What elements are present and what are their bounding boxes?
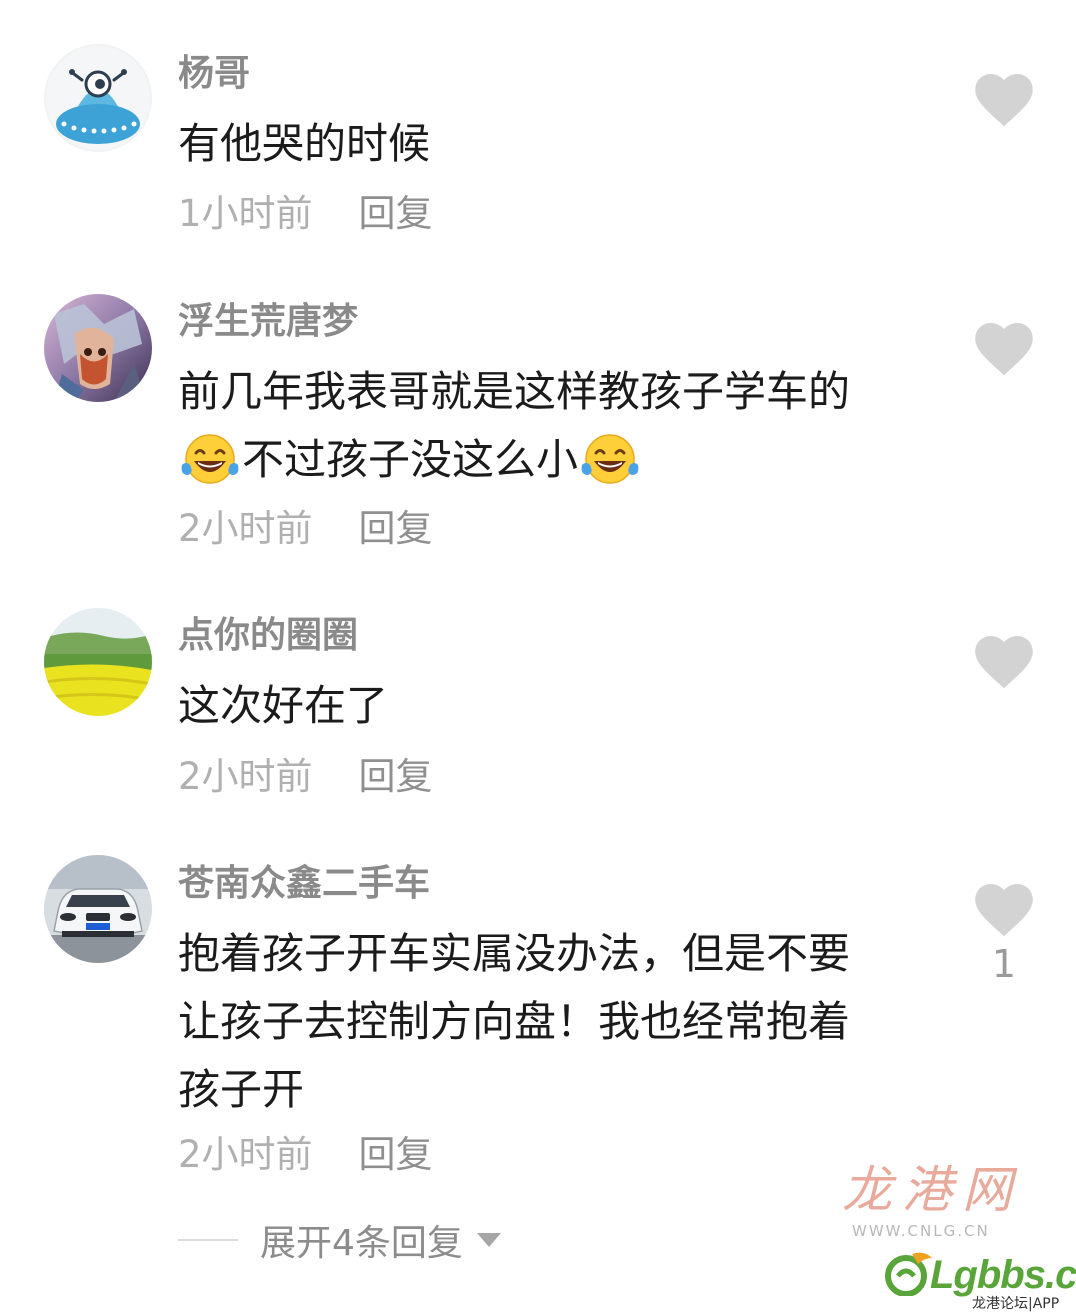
lgbbs-watermark-text: Lgbbs.cn [930,1253,1076,1297]
reply-button[interactable]: 回复 [359,755,433,798]
tears-of-joy-emoji-icon [181,433,239,484]
expand-replies-button[interactable]: 展开4条回复 [178,1218,501,1264]
comment-text: 这次好在了 [178,672,938,740]
comment-time: 2小时前 [178,1133,313,1176]
reply-button[interactable]: 回复 [359,507,433,550]
comment-line: 前几年我表哥就是这样教孩子学车的 [178,367,851,416]
username[interactable]: 浮生荒唐梦 [178,302,358,342]
divider [178,1239,238,1241]
comment-text: 抱着孩子开车实属没办法，但是不要 让孩子去控制方向盘！我也经常抱着 孩子开 [178,920,938,1124]
avatar[interactable] [44,608,152,716]
comment-line-with-emoji: 不过孩子没这么小 [178,426,938,494]
lgbbs-logo-icon [885,1252,932,1296]
avatar[interactable] [44,855,152,963]
username[interactable]: 苍南众鑫二手车 [178,864,430,904]
comment-line: 抱着孩子开车实属没办法，但是不要 [178,929,851,978]
heart-icon[interactable] [974,72,1034,128]
comment-time: 1小时前 [178,192,313,235]
heart-icon[interactable] [974,634,1034,690]
comment-meta: 1小时前 回复 [178,192,433,236]
comment-text: 有他哭的时候 [178,110,938,178]
white-car-avatar-icon [44,855,152,963]
comment-line: 让孩子去控制方向盘！我也经常抱着 [178,997,851,1046]
landscape-field-avatar-icon [44,608,152,716]
comment-text: 前几年我表哥就是这样教孩子学车的 不过孩子没这么小 [178,358,938,494]
caret-down-icon [476,1233,501,1247]
reply-button[interactable]: 回复 [359,1133,433,1176]
reply-button[interactable]: 回复 [359,192,433,235]
avatar[interactable] [44,44,152,152]
cnlg-watermark-title: 龙港网 [842,1161,1022,1219]
comment-meta: 2小时前 回复 [178,507,433,551]
alien-ufo-avatar-icon [44,44,152,152]
comment-time: 2小时前 [178,507,313,550]
expand-replies-label: 展开4条回复 [260,1223,463,1264]
comment-meta: 2小时前 回复 [178,755,433,799]
comment-line: 孩子开 [178,1065,305,1114]
tears-of-joy-emoji-icon [581,433,639,484]
comment-line: 有他哭的时候 [178,119,431,168]
lgbbs-watermark-subtitle: 龙港论坛|APP [972,1296,1060,1312]
username[interactable]: 点你的圈圈 [178,616,358,656]
like-count: 1 [991,942,1017,986]
username[interactable]: 杨哥 [178,54,250,94]
anime-character-avatar-icon [44,294,152,402]
comment-time: 2小时前 [178,755,313,798]
heart-icon[interactable] [974,321,1034,377]
comment-line: 这次好在了 [178,681,389,730]
comment-line-text: 不过孩子没这么小 [242,435,579,484]
comment-meta: 2小时前 回复 [178,1133,433,1177]
avatar[interactable] [44,294,152,402]
cnlg-watermark-url: WWW.CNLG.CN [852,1222,990,1240]
heart-icon[interactable] [974,882,1034,938]
